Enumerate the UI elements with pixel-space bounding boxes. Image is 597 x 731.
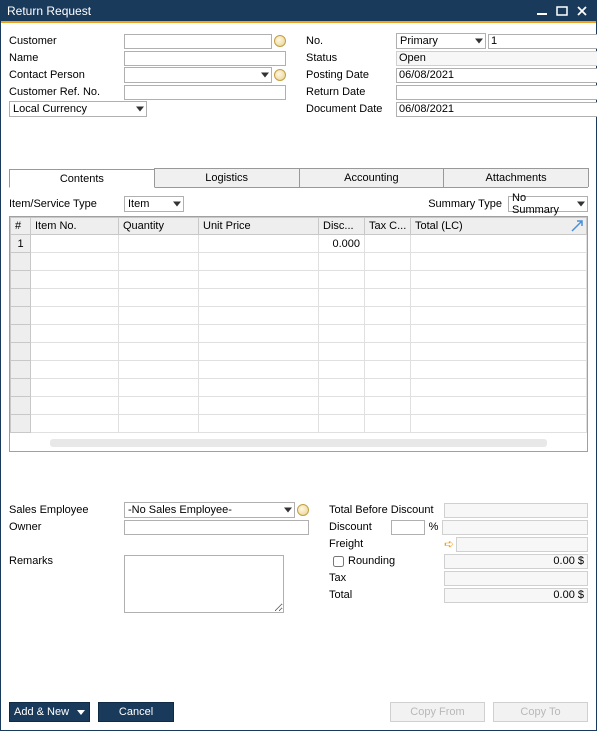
- currency-select[interactable]: Local Currency: [9, 101, 147, 117]
- table-row[interactable]: [11, 415, 587, 433]
- rounding-label: Rounding: [348, 555, 395, 567]
- owner-label: Owner: [9, 521, 124, 533]
- status-value: Open: [396, 51, 597, 66]
- table-row[interactable]: [11, 307, 587, 325]
- total-label: Total: [329, 589, 444, 601]
- tabs-area: Contents Logistics Accounting Attachment…: [9, 168, 588, 452]
- freight-label: Freight: [329, 538, 444, 550]
- close-icon[interactable]: [574, 4, 590, 18]
- summary-type-select[interactable]: No Summary: [508, 196, 588, 212]
- refno-label: Customer Ref. No.: [9, 86, 124, 98]
- titlebar: Return Request: [1, 1, 596, 23]
- table-row[interactable]: [11, 289, 587, 307]
- return-date-input[interactable]: [396, 85, 597, 100]
- tax-value: [444, 571, 588, 586]
- copy-to-button[interactable]: Copy To: [493, 702, 588, 722]
- table-row[interactable]: [11, 361, 587, 379]
- col-taxc[interactable]: Tax C...: [365, 218, 411, 235]
- col-itemno[interactable]: Item No.: [31, 218, 119, 235]
- sales-employee-label: Sales Employee: [9, 504, 124, 516]
- customer-label: Customer: [9, 35, 124, 47]
- contact-choose-icon[interactable]: [274, 69, 286, 81]
- cancel-button[interactable]: Cancel: [98, 702, 174, 722]
- no-label: No.: [306, 35, 396, 47]
- rounding-checkbox[interactable]: [333, 556, 344, 567]
- docdate-label: Document Date: [306, 103, 396, 115]
- posting-date-input[interactable]: [396, 68, 597, 83]
- sales-employee-choose-icon[interactable]: [297, 504, 309, 516]
- customer-input[interactable]: [124, 34, 272, 49]
- posting-label: Posting Date: [306, 69, 396, 81]
- tab-accounting[interactable]: Accounting: [299, 168, 445, 187]
- refno-input[interactable]: [124, 85, 286, 100]
- discount-pct-input[interactable]: [391, 520, 425, 535]
- status-label: Status: [306, 52, 396, 64]
- footer-left: Sales Employee -No Sales Employee- Owner…: [9, 502, 309, 613]
- bottom-buttons: Add & New Cancel Copy From Copy To: [9, 702, 588, 722]
- remarks-label: Remarks: [9, 555, 124, 613]
- table-row[interactable]: [11, 397, 587, 415]
- freight-link-icon[interactable]: ➪: [444, 537, 454, 551]
- contact-select[interactable]: [124, 67, 272, 83]
- table-row[interactable]: [11, 253, 587, 271]
- document-date-input[interactable]: [396, 102, 597, 117]
- header-left: Customer Name Contact Person: [9, 33, 286, 118]
- header-area: Customer Name Contact Person: [9, 33, 588, 118]
- summary-type-label: Summary Type: [428, 198, 502, 210]
- no-series-select[interactable]: Primary: [396, 33, 486, 49]
- freight-value: [456, 537, 588, 552]
- copy-from-button[interactable]: Copy From: [390, 702, 485, 722]
- table-row[interactable]: 10.000: [11, 235, 587, 253]
- remarks-textarea[interactable]: [124, 555, 284, 613]
- window-title: Return Request: [7, 4, 530, 18]
- discount-value: [442, 520, 588, 535]
- return-request-window: Return Request Customer Name Co: [0, 0, 597, 731]
- name-label: Name: [9, 52, 124, 64]
- maximize-icon[interactable]: [554, 4, 570, 18]
- window-body: Customer Name Contact Person: [1, 23, 596, 730]
- return-label: Return Date: [306, 86, 396, 98]
- add-new-button[interactable]: Add & New: [9, 702, 90, 722]
- tbd-label: Total Before Discount: [329, 504, 444, 516]
- tax-label: Tax: [329, 572, 444, 584]
- col-unitprice[interactable]: Unit Price: [199, 218, 319, 235]
- name-input[interactable]: [124, 51, 286, 66]
- footer-area: Sales Employee -No Sales Employee- Owner…: [9, 502, 588, 613]
- owner-input[interactable]: [124, 520, 309, 535]
- item-service-select[interactable]: Item: [124, 196, 184, 212]
- discount-label: Discount: [329, 521, 391, 533]
- tab-attachments[interactable]: Attachments: [443, 168, 589, 187]
- col-totallc[interactable]: Total (LC): [411, 218, 587, 235]
- tbd-value: [444, 503, 588, 518]
- contents-top: Item/Service Type Item Summary Type No S…: [9, 196, 588, 212]
- table-row[interactable]: [11, 325, 587, 343]
- table-row[interactable]: [11, 379, 587, 397]
- table-row[interactable]: [11, 271, 587, 289]
- header-right: No. Primary Status Open Posting Date Ret…: [306, 33, 597, 118]
- tabstrip: Contents Logistics Accounting Attachment…: [9, 168, 588, 188]
- total-value: 0.00 $: [444, 588, 588, 603]
- pct-symbol: %: [425, 521, 442, 533]
- grid-horizontal-scrollbar[interactable]: [50, 439, 547, 447]
- col-disc[interactable]: Disc...: [319, 218, 365, 235]
- totals-area: Total Before Discount Discount % Freight…: [329, 502, 588, 613]
- sales-employee-select[interactable]: -No Sales Employee-: [124, 502, 295, 518]
- expand-grid-icon[interactable]: [571, 220, 583, 232]
- no-input[interactable]: [488, 34, 597, 49]
- customer-choose-icon[interactable]: [274, 35, 286, 47]
- minimize-icon[interactable]: [534, 4, 550, 18]
- item-service-label: Item/Service Type: [9, 198, 124, 210]
- rounding-value: 0.00 $: [444, 554, 588, 569]
- tab-contents[interactable]: Contents: [9, 169, 155, 188]
- line-items-grid[interactable]: # Item No. Quantity Unit Price Disc... T…: [9, 216, 588, 452]
- contact-label: Contact Person: [9, 69, 124, 81]
- col-num[interactable]: #: [11, 218, 31, 235]
- rounding-label-row: Rounding: [329, 553, 444, 570]
- table-row[interactable]: [11, 343, 587, 361]
- tab-logistics[interactable]: Logistics: [154, 168, 300, 187]
- col-qty[interactable]: Quantity: [119, 218, 199, 235]
